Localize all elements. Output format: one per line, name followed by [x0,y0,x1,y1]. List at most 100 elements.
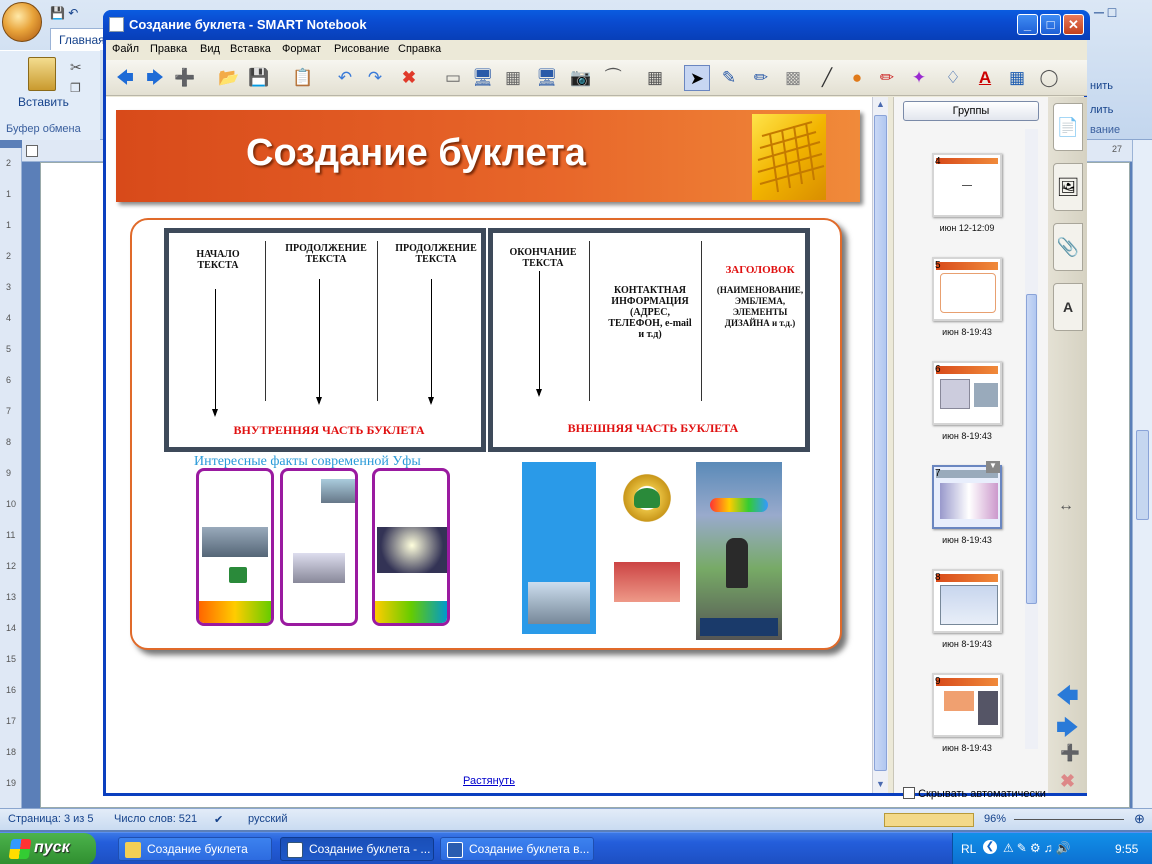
menu-view[interactable]: Вид [200,43,220,55]
chevron-left-icon[interactable]: ❮ [983,840,997,854]
add-page-icon[interactable]: ➕ [172,65,198,91]
word-vertical-scrollbar[interactable] [1132,140,1152,808]
page-thumbnail-4[interactable]: 4 [932,153,1002,217]
delete-page-icon[interactable]: ✖ [1060,771,1075,792]
scroll-down-icon[interactable]: ▼ [876,779,885,789]
save-icon[interactable]: 💾 [50,6,65,20]
scroll-thumb[interactable] [1026,294,1037,604]
ruler-mark: 12 [6,561,17,571]
forward-icon[interactable]: 🡆 [142,65,168,91]
clock[interactable]: 9:55 [1115,842,1138,856]
groups-button[interactable]: Группы [903,101,1039,121]
properties-tab-icon[interactable]: A [1053,283,1083,331]
magic-pen-icon[interactable]: ✦ [906,65,932,91]
title-banner[interactable]: Создание буклета [116,110,860,202]
show-display-icon[interactable]: 🖥 [534,65,560,91]
eraser-icon[interactable]: ▩ [780,65,806,91]
save-icon[interactable]: 💾 [246,65,272,91]
page-thumbnail-8[interactable]: 8 [932,569,1002,633]
resize-arrows-icon[interactable]: ↔ [1058,497,1074,515]
document-camera-icon[interactable]: ⏜ [600,65,626,91]
menu-format[interactable]: Формат [282,43,321,55]
table-icon[interactable]: ▦ [642,65,668,91]
status-page[interactable]: Страница: 3 из 5 [8,813,94,825]
menu-file[interactable]: Файл [112,43,139,55]
quick-access-toolbar[interactable]: 💾 ↶ [50,6,110,22]
title-bar[interactable]: Создание буклета - SMART Notebook _ □ ✕ [103,10,1090,40]
back-icon[interactable]: 🡄 [112,65,138,91]
booklet-card[interactable]: НАЧАЛО ТЕКСТА ПРОДОЛЖЕНИЕ ТЕКСТА ПРОДОЛЖ… [130,218,842,650]
paste-button[interactable]: Вставить [18,95,69,109]
spellcheck-icon[interactable]: ✔ [214,813,223,826]
paste-icon[interactable] [28,57,56,91]
properties-icon[interactable]: ▦ [1004,65,1030,91]
thumbnail-menu-icon[interactable]: ▼ [986,461,1000,473]
creative-pen-icon[interactable]: ✏ [748,65,774,91]
open-icon[interactable]: 📂 [216,65,242,91]
fill-pen-icon[interactable]: ✏ [874,65,900,91]
full-screen-icon[interactable]: 🖥 [470,65,496,91]
line-icon[interactable]: ╱ [814,65,840,91]
paste-icon[interactable]: 📋 [290,65,316,91]
canvas-vertical-scrollbar[interactable]: ▲ ▼ [872,97,888,793]
sorter-scrollbar[interactable] [1025,129,1038,749]
auto-hide-checkbox[interactable]: Скрывать автоматически [903,787,1046,800]
page-number: 8 [935,572,941,583]
pen-icon[interactable]: ✎ [716,65,742,91]
menu-edit[interactable]: Правка [150,43,187,55]
select-icon[interactable]: ➤ [684,65,710,91]
start-button[interactable]: пуск [0,833,96,864]
undo-icon[interactable]: ↶ [68,6,78,20]
view-buttons[interactable] [884,813,974,827]
word-window-controls[interactable]: ─ □ [1094,4,1116,20]
language-indicator[interactable]: RL [961,842,976,856]
status-language[interactable]: русский [248,813,287,825]
menu-help[interactable]: Справка [398,43,441,55]
taskbar-item-word[interactable]: Создание буклета в... [440,837,594,861]
zoom-level[interactable]: 96% [984,813,1006,825]
office-button[interactable] [2,2,42,42]
scroll-thumb[interactable] [874,115,887,771]
gallery-tab-icon[interactable]: 🖼 [1053,163,1083,211]
text-icon[interactable]: A [972,65,998,91]
screen-shade-icon[interactable]: ▭ [440,65,466,91]
menu-draw[interactable]: Рисование [334,43,389,55]
minimize-button[interactable]: _ [1017,14,1038,35]
page-sorter-tab-icon[interactable]: 📄 [1053,103,1083,151]
fill-icon[interactable]: ♢ [940,65,966,91]
menu-insert[interactable]: Вставка [230,43,271,55]
page-thumbnail-7[interactable]: 7 ▼ [932,461,1002,529]
status-words[interactable]: Число слов: 521 [114,813,197,825]
close-button[interactable]: ✕ [1063,14,1084,35]
undo-icon[interactable]: ↶ [332,65,358,91]
redo-icon[interactable]: ↷ [362,65,388,91]
tray-icons[interactable]: ⚠✎⚙♫🔊 [1003,841,1103,857]
taskbar-item-smart[interactable]: Создание буклета - ... [280,837,434,861]
attachments-tab-icon[interactable]: 📎 [1053,223,1083,271]
page-thumbnail-9[interactable]: 9 [932,673,1002,737]
delete-icon[interactable]: ✖ [396,65,422,91]
notebook-canvas[interactable]: Создание буклета НАЧАЛО ТЕКСТА ПРОДОЛЖЕН… [106,97,872,793]
maximize-button[interactable]: □ [1040,14,1061,35]
page-thumbnail-6[interactable]: 6 [932,361,1002,425]
zoom-in-icon[interactable]: ⊕ [1134,811,1145,827]
scroll-thumb[interactable] [1136,430,1149,520]
shape-icon[interactable]: ● [844,65,870,91]
zoom-slider[interactable] [1014,819,1124,820]
scroll-up-icon[interactable]: ▲ [876,99,885,109]
tab-selector-icon[interactable] [26,145,38,157]
cut-icon[interactable]: ✂ [70,59,82,76]
copy-icon[interactable]: ❐ [70,81,81,95]
page-timestamp: июн 8-19:43 [942,743,992,753]
add-page-icon[interactable]: ➕ [1060,743,1080,763]
checkbox-icon[interactable] [903,787,915,799]
tab-home[interactable]: Главная [50,28,106,50]
outer-col3-title: ЗАГОЛОВОК [725,264,795,276]
page-thumbnail-5[interactable]: 5 [932,257,1002,321]
stretch-link[interactable]: Растянуть [463,775,515,787]
capture-icon[interactable]: 📷 [568,65,594,91]
transparent-bg-icon[interactable]: ▦ [500,65,526,91]
taskbar-item-explorer[interactable]: Создание буклета [118,837,272,861]
font-icon[interactable]: ◯ [1036,65,1062,91]
brochure-emblem-page [610,466,684,636]
